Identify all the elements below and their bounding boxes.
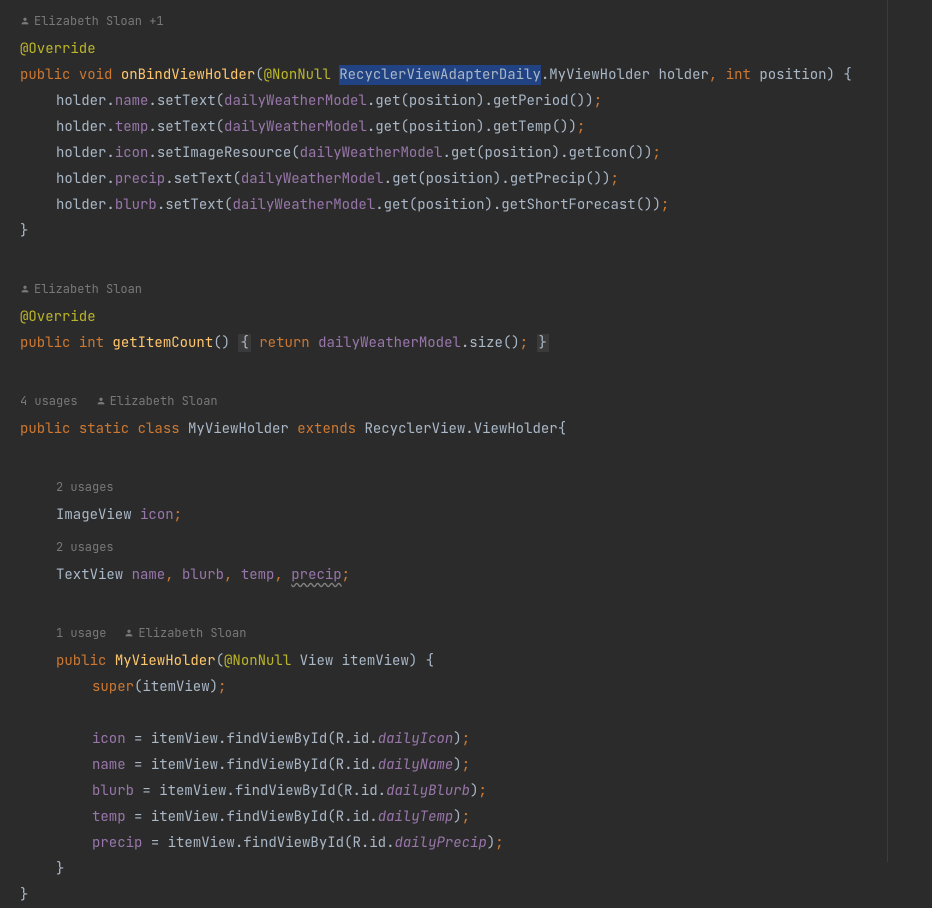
code-line[interactable]: name = itemView.findViewById(R.id.dailyN…	[20, 752, 887, 778]
code-line[interactable]: holder.name.setText(dailyWeatherModel.ge…	[20, 88, 887, 114]
code-line[interactable]: }	[20, 882, 887, 908]
code-line[interactable]: holder.temp.setText(dailyWeatherModel.ge…	[20, 114, 887, 140]
usages-hint-line: 2 usages	[20, 534, 887, 560]
code-line[interactable]: holder.precip.setText(dailyWeatherModel.…	[20, 166, 887, 192]
author-hint: Elizabeth Sloan +1	[20, 8, 887, 34]
author-hint: 1 usage Elizabeth Sloan	[20, 620, 887, 646]
author-name: Elizabeth Sloan	[34, 276, 142, 302]
code-line[interactable]: public void onBindViewHolder(@NonNull Re…	[20, 62, 887, 88]
author-name: Elizabeth Sloan +1	[34, 8, 164, 34]
author-hint: 4 usages Elizabeth Sloan	[20, 388, 887, 414]
code-line[interactable]: temp = itemView.findViewById(R.id.dailyT…	[20, 804, 887, 830]
usages-hint: 4 usages	[20, 388, 78, 414]
code-line[interactable]: }	[20, 856, 887, 882]
author-icon	[124, 628, 134, 638]
code-editor[interactable]: Elizabeth Sloan +1 @Override public void…	[0, 0, 888, 862]
highlighted-type: RecyclerViewAdapterDaily	[339, 65, 541, 85]
code-line[interactable]: TextView name, blurb, temp, precip;	[20, 562, 887, 588]
code-line[interactable]: @Override	[20, 36, 887, 62]
usages-hint: 2 usages	[56, 534, 114, 560]
code-line[interactable]: public MyViewHolder(@NonNull View itemVi…	[20, 648, 887, 674]
code-line[interactable]: ImageView icon;	[20, 502, 887, 528]
author-name: Elizabeth Sloan	[110, 388, 218, 414]
author-hint: Elizabeth Sloan	[20, 276, 887, 302]
author-name: Elizabeth Sloan	[138, 620, 246, 646]
usages-hint-line: 2 usages	[20, 474, 887, 500]
author-icon	[20, 284, 30, 294]
author-icon	[20, 16, 30, 26]
code-line[interactable]: precip = itemView.findViewById(R.id.dail…	[20, 830, 887, 856]
code-line[interactable]: @Override	[20, 304, 887, 330]
code-line[interactable]: public static class MyViewHolder extends…	[20, 416, 887, 442]
code-line[interactable]: blurb = itemView.findViewById(R.id.daily…	[20, 778, 887, 804]
code-line[interactable]: }	[20, 218, 887, 244]
code-line[interactable]: super(itemView);	[20, 674, 887, 700]
author-icon	[96, 396, 106, 406]
code-line[interactable]: icon = itemView.findViewById(R.id.dailyI…	[20, 726, 887, 752]
code-line[interactable]: holder.icon.setImageResource(dailyWeathe…	[20, 140, 887, 166]
usages-hint: 2 usages	[56, 474, 114, 500]
usages-hint: 1 usage	[56, 620, 106, 646]
code-line[interactable]: holder.blurb.setText(dailyWeatherModel.g…	[20, 192, 887, 218]
code-line[interactable]: public int getItemCount() { return daily…	[20, 330, 887, 356]
